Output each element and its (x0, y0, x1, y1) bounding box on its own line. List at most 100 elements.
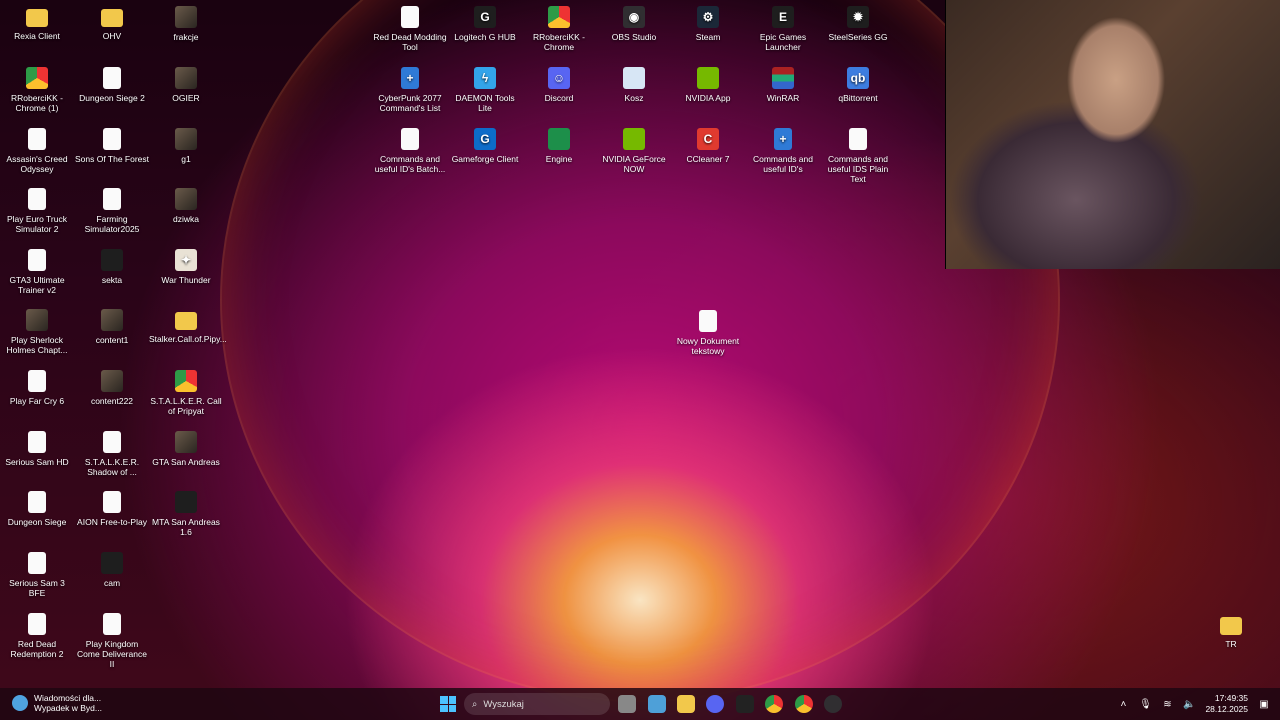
desktop-icon[interactable]: RRoberciKK - Chrome (522, 6, 596, 52)
document-icon (401, 6, 419, 28)
widgets-icon[interactable] (648, 695, 666, 713)
desktop-icon[interactable]: Stalker.Call.of.Pipy... (149, 309, 227, 344)
desktop-icon[interactable]: NVIDIA App (671, 67, 745, 103)
desktop-icon[interactable]: AION Free-to-Play (75, 491, 149, 527)
desktop-icon[interactable]: ◉ OBS Studio (597, 6, 671, 42)
file-explorer-icon[interactable] (677, 695, 695, 713)
document-icon (699, 310, 717, 332)
desktop-icon[interactable]: E Epic Games Launcher (746, 6, 820, 52)
desktop-icon[interactable]: g1 (149, 128, 223, 164)
icon-label: qBittorrent (838, 93, 878, 103)
document-icon (28, 552, 46, 574)
desktop-icon[interactable]: C CCleaner 7 (671, 128, 745, 164)
desktop-icon[interactable]: TR (1194, 614, 1268, 649)
icon-label: Assasin's Creed Odyssey (6, 154, 68, 174)
desktop-icon[interactable]: S.T.A.L.K.E.R. Shadow of ... (75, 431, 149, 477)
chrome-profile-taskbar-icon[interactable] (795, 695, 813, 713)
document-icon (28, 491, 46, 513)
desktop-icon[interactable]: Dungeon Siege 2 (75, 67, 149, 103)
desktop-icon[interactable]: Rexia Client (0, 6, 74, 41)
desktop-icon[interactable]: ✦ War Thunder (149, 249, 223, 285)
webcam-overlay (945, 0, 1280, 269)
gameforge-icon: G (474, 128, 496, 150)
image-icon (101, 309, 123, 331)
desktop-icon[interactable]: GTA3 Ultimate Trainer v2 (0, 249, 74, 295)
desktop-icon[interactable]: ⚙ Steam (671, 6, 745, 42)
wifi-icon[interactable]: ≋ (1161, 698, 1173, 710)
desktop-icon[interactable]: Serious Sam 3 BFE (0, 552, 74, 598)
epic-icon: E (772, 6, 794, 28)
desktop-icon[interactable]: G Logitech G HUB (448, 6, 522, 42)
microphone-icon[interactable]: 🎙 (1139, 698, 1152, 710)
desktop-icon[interactable]: qb qBittorrent (821, 67, 895, 103)
icon-label: dziwka (173, 214, 199, 224)
desktop-icon[interactable]: Assasin's Creed Odyssey (0, 128, 74, 174)
icon-label: Dungeon Siege 2 (79, 93, 145, 103)
obs-taskbar-icon[interactable] (824, 695, 842, 713)
icon-label: Discord (544, 93, 574, 103)
obs-icon: ◉ (623, 6, 645, 28)
desktop-icon[interactable]: frakcje (149, 6, 223, 42)
desktop-icon[interactable]: sekta (75, 249, 149, 285)
icon-label: Play Sherlock Holmes Chapt... (6, 335, 68, 355)
epic-taskbar-icon[interactable] (736, 695, 754, 713)
document-icon (103, 491, 121, 513)
desktop-icon[interactable]: RRoberciKK - Chrome (1) (0, 67, 74, 113)
desktop-icon[interactable]: + Commands and useful ID's (746, 128, 820, 174)
nvidia-icon (697, 67, 719, 89)
document-icon (103, 431, 121, 453)
desktop-icon[interactable]: OGIER (149, 67, 223, 103)
chrome-taskbar-icon[interactable] (765, 695, 783, 713)
desktop-icon[interactable]: Farming Simulator2025 (75, 188, 149, 234)
discord-taskbar-icon[interactable] (706, 695, 724, 713)
icon-label: sekta (101, 275, 123, 285)
desktop-icon[interactable]: Kosz (597, 67, 671, 103)
desktop-icon[interactable]: dziwka (149, 188, 223, 224)
desktop-icon[interactable]: content1 (75, 309, 149, 345)
desktop-icon[interactable]: NVIDIA GeForce NOW (597, 128, 671, 174)
search-box[interactable]: ⌕ Wyszukaj (464, 693, 610, 715)
icon-label: Play Euro Truck Simulator 2 (7, 214, 67, 234)
desktop-icon[interactable]: ϟ DAEMON Tools Lite (448, 67, 522, 113)
volume-icon[interactable]: 🔈 (1183, 698, 1195, 710)
desktop-icon[interactable]: GTA San Andreas (149, 431, 223, 467)
desktop-icon[interactable]: MTA San Andreas 1.6 (149, 491, 223, 537)
task-view-icon[interactable] (618, 695, 636, 713)
desktop-icon[interactable]: Play Far Cry 6 (0, 370, 74, 406)
news-widget[interactable]: Wiadomości dla... Wypadek w Byd... (12, 693, 102, 713)
icon-label: g1 (181, 154, 191, 164)
desktop-icon[interactable]: ✹ SteelSeries GG (821, 6, 895, 42)
desktop-icon[interactable]: S.T.A.L.K.E.R. Call of Pripyat (149, 370, 223, 416)
desktop-icon[interactable]: Dungeon Siege (0, 491, 74, 527)
icon-label: Play Kingdom Come Deliverance II (77, 639, 147, 669)
icon-label: Commands and useful IDS Plain Text (827, 154, 889, 184)
desktop-icon[interactable]: OHV (75, 6, 149, 41)
desktop-icon[interactable]: G Gameforge Client (448, 128, 522, 164)
desktop-icon[interactable]: Nowy Dokument tekstowy (671, 310, 745, 356)
document-icon (103, 188, 121, 210)
desktop-icon[interactable]: WinRAR (746, 67, 820, 103)
desktop-icon[interactable]: cam (75, 552, 149, 588)
clock[interactable]: 17:49:35 28.12.2025 (1205, 693, 1248, 715)
desktop-icon[interactable]: Play Kingdom Come Deliverance II (75, 613, 149, 669)
desktop-icon[interactable]: Play Sherlock Holmes Chapt... (0, 309, 74, 355)
desktop-icon[interactable]: Commands and useful IDS Plain Text (821, 128, 895, 184)
chevron-up-icon[interactable]: ˄ (1117, 698, 1129, 710)
image-icon (175, 6, 197, 28)
desktop-icon[interactable]: Red Dead Modding Tool (373, 6, 447, 52)
desktop-icon[interactable]: Engine (522, 128, 596, 164)
desktop-icon[interactable]: Commands and useful ID's Batch... (373, 128, 447, 174)
desktop-icon[interactable]: Play Euro Truck Simulator 2 (0, 188, 74, 234)
desktop-icon[interactable]: Sons Of The Forest (75, 128, 149, 164)
icon-label: NVIDIA App (685, 93, 731, 103)
icon-label: Stalker.Call.of.Pipy... (149, 334, 227, 344)
start-button[interactable] (440, 696, 456, 712)
desktop-icon[interactable]: + CyberPunk 2077 Command's List (373, 67, 447, 113)
desktop-icon[interactable]: ☺ Discord (522, 67, 596, 103)
icon-label: Epic Games Launcher (759, 32, 807, 52)
icon-label: GTA3 Ultimate Trainer v2 (9, 275, 65, 295)
desktop-icon[interactable]: Red Dead Redemption 2 (0, 613, 74, 659)
desktop-icon[interactable]: content222 (75, 370, 149, 406)
notification-icon[interactable]: ▣ (1258, 698, 1270, 710)
desktop-icon[interactable]: Serious Sam HD (0, 431, 74, 467)
